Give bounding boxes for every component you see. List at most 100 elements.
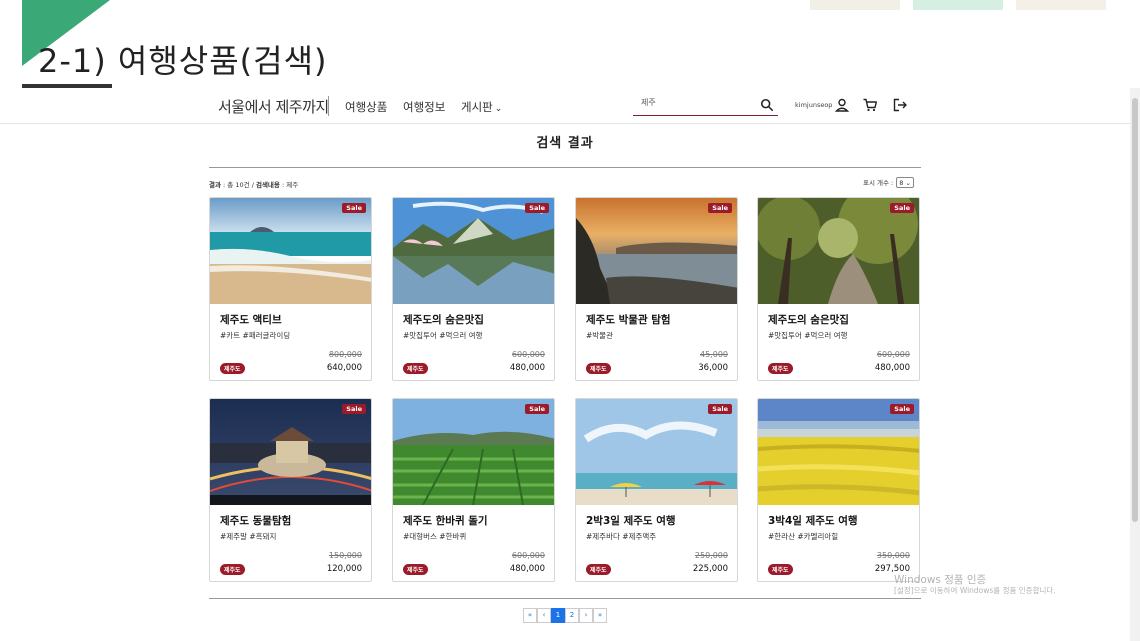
region-badge: 제주도 xyxy=(586,564,611,575)
product-title: 3박4일 제주도 여행 xyxy=(768,515,858,527)
product-title: 2박3일 제주도 여행 xyxy=(586,515,676,527)
logout-icon[interactable] xyxy=(892,97,908,113)
prev-page-button[interactable]: ‹ xyxy=(537,608,551,623)
slide-deco-block xyxy=(1016,0,1106,10)
page-button-2[interactable]: 2 xyxy=(565,608,579,623)
last-page-button[interactable]: » xyxy=(593,608,607,623)
divider xyxy=(209,167,921,168)
keyword-label: 검색내용 xyxy=(255,181,280,189)
region-badge: 제주도 xyxy=(403,363,428,374)
region-badge: 제주도 xyxy=(403,564,428,575)
region-badge: 제주도 xyxy=(768,564,793,575)
night-gate-image xyxy=(210,399,371,505)
region-badge: 제주도 xyxy=(220,564,245,575)
page-button-1[interactable]: 1 xyxy=(551,608,565,623)
logo-divider xyxy=(328,96,329,116)
results-title: 검색 결과 xyxy=(536,136,594,151)
username: kimjunseop xyxy=(795,101,833,109)
green-tea-field-image xyxy=(393,399,554,505)
beach-umbrella-image xyxy=(576,399,737,505)
per-page-value: 8 xyxy=(899,179,904,187)
sunset-coast-image xyxy=(576,198,737,304)
original-price: 250,000 xyxy=(694,551,728,560)
sale-badge: Sale xyxy=(708,203,732,213)
sale-price: 120,000 xyxy=(326,564,362,574)
sale-badge: Sale xyxy=(342,404,366,414)
product-tags: #제주바다 #제주맥주 xyxy=(586,532,657,541)
product-title: 제주도 박물관 탐험 xyxy=(586,314,671,326)
first-page-button[interactable]: « xyxy=(523,608,537,623)
lake-mountain-image xyxy=(393,198,554,304)
product-card[interactable]: Sale 제주도 한바퀴 돌기 #대형버스 #한바퀴 600,000 제주도 4… xyxy=(392,398,555,582)
sale-price: 36,000 xyxy=(698,363,728,373)
sale-badge: Sale xyxy=(708,404,732,414)
product-card[interactable]: Sale 제주도 액티브 #카트 #패러글라이딩 800,000 제주도 640… xyxy=(209,197,372,381)
product-tags: #대형버스 #한바퀴 xyxy=(403,532,467,541)
result-count: 총 10건 xyxy=(227,181,250,189)
product-tags: #맛집투어 #먹으러 여행 xyxy=(403,331,483,340)
product-tags: #맛집투어 #먹으러 여행 xyxy=(768,331,848,340)
product-tags: #한라산 #카멜리아힐 xyxy=(768,532,839,541)
product-card[interactable]: Sale 제주도의 숨은맛집 #맛집투어 #먹으러 여행 600,000 제주도… xyxy=(757,197,920,381)
canola-field-image xyxy=(758,399,919,505)
search-bar xyxy=(633,96,778,116)
sale-badge: Sale xyxy=(525,404,549,414)
cart-icon[interactable] xyxy=(862,97,878,113)
result-label: 결과 xyxy=(209,181,221,189)
nav-travel-products[interactable]: 여행상품 xyxy=(345,99,387,115)
product-card[interactable]: Sale 제주도 동물탐험 #제주말 #흑돼지 150,000 제주도 120,… xyxy=(209,398,372,582)
slide-deco-block xyxy=(810,0,900,10)
slide-title: 2-1) 여행상품(검색) xyxy=(38,42,328,80)
product-title: 제주도 한바퀴 돌기 xyxy=(403,515,488,527)
original-price: 800,000 xyxy=(328,350,362,359)
slide-deco-block xyxy=(913,0,1003,10)
sale-price: 480,000 xyxy=(874,363,910,373)
product-card[interactable]: Sale 2박3일 제주도 여행 #제주바다 #제주맥주 250,000 제주도… xyxy=(575,398,738,582)
chevron-down-icon: ⌄ xyxy=(494,104,503,114)
beach-sea-image xyxy=(210,198,371,304)
search-input[interactable] xyxy=(641,98,751,107)
per-page-control: 표시 개수 :8 ⌄ xyxy=(863,177,914,188)
sale-price: 480,000 xyxy=(509,363,545,373)
region-badge: 제주도 xyxy=(586,363,611,374)
web-page: 서울에서 제주까지 여행상품 여행정보 게시판⌄ kimjunseop xyxy=(0,88,1130,641)
product-tags: #제주말 #흑돼지 xyxy=(220,532,277,541)
product-card[interactable]: Sale 제주도 박물관 탐험 #박물관 45,000 제주도 36,000 xyxy=(575,197,738,381)
sale-badge: Sale xyxy=(890,404,914,414)
original-price: 150,000 xyxy=(328,551,362,560)
divider xyxy=(209,598,921,599)
site-logo[interactable]: 서울에서 제주까지 xyxy=(218,96,329,117)
original-price: 45,000 xyxy=(700,350,728,359)
next-page-button[interactable]: › xyxy=(579,608,593,623)
per-page-label: 표시 개수 : xyxy=(863,179,894,187)
activation-watermark-text: [설정]으로 이동하여 Windows를 정품 인증합니다. xyxy=(894,586,1056,595)
sale-badge: Sale xyxy=(890,203,914,213)
product-title: 제주도 동물탐험 xyxy=(220,515,292,527)
result-summary: 결과 : 총 10건 / 검색내용 : 제주 xyxy=(209,181,299,189)
per-page-select[interactable]: 8 ⌄ xyxy=(896,177,914,188)
product-tags: #박물관 xyxy=(586,331,613,340)
summary-separator: / xyxy=(251,181,254,189)
product-tags: #카트 #패러글라이딩 xyxy=(220,331,291,340)
nav-board[interactable]: 게시판 ⌄ xyxy=(461,99,502,115)
sale-badge: Sale xyxy=(525,203,549,213)
user-icon[interactable] xyxy=(834,97,850,113)
search-icon[interactable] xyxy=(760,98,774,112)
forest-road-image xyxy=(758,198,919,304)
keyword-value: 제주 xyxy=(286,181,299,189)
product-title: 제주도의 숨은맛집 xyxy=(403,314,484,326)
nav-travel-info[interactable]: 여행정보 xyxy=(403,99,445,115)
site-header: 서울에서 제주까지 여행상품 여행정보 게시판⌄ kimjunseop xyxy=(0,88,1130,124)
scrollbar-thumb[interactable] xyxy=(1132,98,1138,522)
sale-badge: Sale xyxy=(342,203,366,213)
sale-price: 640,000 xyxy=(326,363,362,373)
product-title: 제주도 액티브 xyxy=(220,314,282,326)
product-card[interactable]: Sale 3박4일 제주도 여행 #한라산 #카멜리아힐 350,000 제주도… xyxy=(757,398,920,582)
original-price: 600,000 xyxy=(511,350,545,359)
product-card[interactable]: Sale 제주도의 숨은맛집 #맛집투어 #먹으러 여행 600,000 제주도… xyxy=(392,197,555,381)
sale-price: 225,000 xyxy=(692,564,728,574)
product-title: 제주도의 숨은맛집 xyxy=(768,314,849,326)
original-price: 350,000 xyxy=(876,551,910,560)
original-price: 600,000 xyxy=(876,350,910,359)
original-price: 600,000 xyxy=(511,551,545,560)
